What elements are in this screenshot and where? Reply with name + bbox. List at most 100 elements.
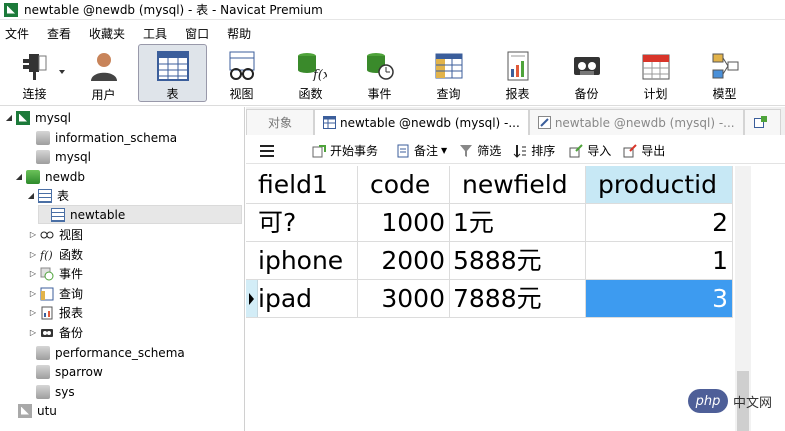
schedule-icon — [639, 50, 673, 81]
event-button[interactable]: 事件 — [345, 44, 414, 102]
backup-button[interactable]: 备份 — [552, 44, 621, 102]
tree-node-views[interactable]: ▷ 视图 — [28, 225, 83, 244]
filter-button[interactable]: 筛选 — [459, 142, 501, 159]
expand-toggle-icon[interactable]: ▷ — [28, 308, 38, 317]
column-header-field1[interactable]: field1 — [246, 166, 358, 204]
tree-node-label: sparrow — [55, 364, 103, 379]
tree-node-reports[interactable]: ▷ 报表 — [28, 303, 83, 322]
menu-help[interactable]: 帮助 — [221, 25, 263, 42]
column-header-code[interactable]: code — [358, 166, 450, 204]
report-icon — [40, 306, 54, 320]
tree-node-newtable[interactable]: newtable — [38, 205, 242, 224]
cell-productid[interactable]: 2 — [586, 204, 733, 242]
event-icon — [40, 267, 54, 281]
grid-menu-button[interactable] — [260, 144, 274, 157]
cell-productid-selected[interactable]: 3 — [586, 280, 733, 318]
query-label: 查询 — [436, 87, 461, 101]
grid-toolbar: 开始事务 备注 ▼ 筛选 排序 导入 导出 — [246, 138, 785, 164]
tree-node-backups[interactable]: ▷ 备份 — [28, 323, 83, 342]
menu-tools[interactable]: 工具 — [137, 25, 179, 42]
cell-code[interactable]: 3000 — [358, 280, 450, 318]
tree-node-performance-schema[interactable]: performance_schema — [24, 343, 185, 362]
add-tab-icon — [753, 116, 767, 129]
tree-node-sparrow[interactable]: sparrow — [24, 362, 103, 381]
expand-toggle-icon[interactable]: ▷ — [28, 269, 38, 278]
new-tab-button[interactable] — [743, 109, 781, 135]
report-button[interactable]: 报表 — [483, 44, 552, 102]
expand-toggle-icon[interactable]: ▷ — [28, 289, 38, 298]
svg-text:f(): f() — [40, 249, 53, 262]
tree-node-label: 表 — [57, 189, 70, 203]
expand-toggle-icon[interactable]: ▷ — [28, 328, 38, 337]
view-button[interactable]: 视图 — [207, 44, 276, 102]
model-button[interactable]: 模型 — [690, 44, 759, 102]
column-header-newfield[interactable]: newfield — [450, 166, 586, 204]
cell-code[interactable]: 1000 — [358, 204, 450, 242]
menu-file[interactable]: 文件 — [0, 25, 41, 42]
main-toolbar: 连接 用户 表 视图 f(x) 函数 — [0, 44, 785, 106]
cell-productid[interactable]: 1 — [586, 242, 733, 280]
cell-field1[interactable]: ipad — [246, 280, 358, 318]
menu-window[interactable]: 窗口 — [179, 25, 221, 42]
export-button[interactable]: 导出 — [623, 142, 665, 159]
user-button[interactable]: 用户 — [69, 44, 138, 102]
cell-field1[interactable]: iphone — [246, 242, 358, 280]
tree-node-events[interactable]: ▷ 事件 — [28, 264, 83, 283]
schedule-button[interactable]: 计划 — [621, 44, 690, 102]
cell-newfield[interactable]: 5888元 — [450, 242, 586, 280]
plug-icon — [18, 50, 52, 81]
function-button[interactable]: f(x) 函数 — [276, 44, 345, 102]
query-button[interactable]: 查询 — [414, 44, 483, 102]
tree-node-sys[interactable]: sys — [24, 382, 75, 401]
connect-button[interactable]: 连接 — [0, 44, 69, 102]
cell-newfield[interactable]: 7888元 — [450, 280, 586, 318]
tree-node-label: 函数 — [59, 248, 84, 262]
expand-toggle-icon[interactable]: ◢ — [14, 172, 24, 181]
report-label: 报表 — [505, 87, 530, 101]
tree-node-label: information_schema — [55, 130, 178, 145]
tree-node-information-schema[interactable]: information_schema — [24, 128, 177, 147]
chevron-down-icon[interactable]: ▼ — [441, 146, 447, 155]
table-row[interactable]: iphone 2000 5888元 1 — [246, 242, 733, 280]
tab-label: newtable @newdb (mysql) -... — [554, 115, 735, 130]
sort-button[interactable]: 排序 — [513, 142, 555, 159]
cell-field1[interactable]: 可? — [246, 204, 358, 242]
tab-newtable-design[interactable]: newtable @newdb (mysql) -... — [528, 109, 744, 135]
tree-node-label: performance_schema — [55, 345, 185, 360]
model-icon — [708, 50, 742, 81]
import-button[interactable]: 导入 — [569, 142, 611, 159]
tree-node-mysql[interactable]: ◢ mysql — [4, 108, 71, 127]
table-row[interactable]: 可? 1000 1元 2 — [246, 204, 733, 242]
tree-node-mysql-db[interactable]: mysql — [24, 147, 91, 166]
expand-toggle-icon[interactable]: ◢ — [4, 113, 14, 122]
tab-newtable-data[interactable]: newtable @newdb (mysql) -... — [314, 109, 529, 135]
design-icon — [537, 116, 551, 129]
expand-toggle-icon[interactable]: ◢ — [26, 191, 36, 200]
tree-node-tables[interactable]: ◢ 表 — [26, 186, 69, 205]
cell-newfield[interactable]: 1元 — [450, 204, 586, 242]
window-title: newtable @newdb (mysql) - 表 - Navicat Pr… — [24, 3, 323, 17]
query-icon — [432, 50, 466, 81]
expand-toggle-icon[interactable]: ▷ — [28, 250, 38, 259]
cell-code[interactable]: 2000 — [358, 242, 450, 280]
tree-node-queries[interactable]: ▷ 查询 — [28, 284, 83, 303]
menu-bar: 文件 查看 收藏夹 工具 窗口 帮助 — [0, 22, 785, 44]
menu-favorites[interactable]: 收藏夹 — [83, 25, 137, 42]
tree-node-utu[interactable]: utu — [6, 401, 57, 420]
begin-transaction-button[interactable]: 开始事务 — [312, 142, 378, 159]
tree-node-newdb[interactable]: ◢ newdb — [14, 167, 85, 186]
tree-node-functions[interactable]: ▷ f() 函数 — [28, 245, 83, 264]
database-icon — [36, 130, 50, 145]
hamburger-icon — [260, 144, 274, 157]
backup-icon — [570, 50, 604, 81]
column-header-productid[interactable]: productid — [586, 166, 733, 204]
table-row-current[interactable]: ipad 3000 7888元 3 — [246, 280, 733, 318]
menu-view[interactable]: 查看 — [41, 25, 83, 42]
memo-button[interactable]: 备注 ▼ — [396, 142, 447, 159]
expand-toggle-icon[interactable]: ▷ — [28, 230, 38, 239]
chevron-down-icon[interactable] — [59, 70, 65, 74]
connection-icon — [16, 110, 30, 125]
tab-objects[interactable]: 对象 — [246, 109, 314, 135]
table-button[interactable]: 表 — [138, 44, 207, 102]
function-icon: f(x) — [294, 50, 328, 81]
